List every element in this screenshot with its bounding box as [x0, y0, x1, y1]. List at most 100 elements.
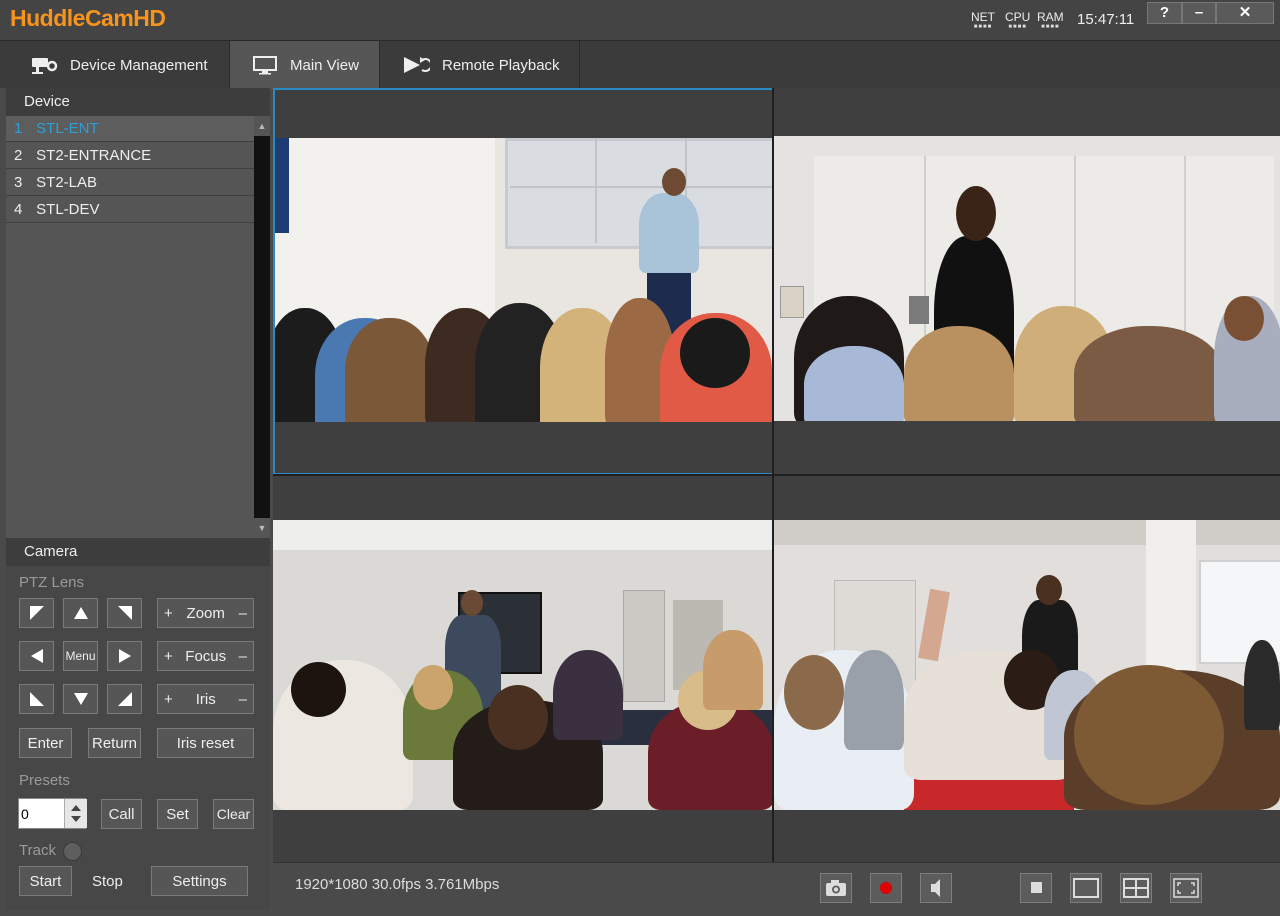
- device-item-stl-dev[interactable]: 4 STL-DEV: [6, 197, 254, 223]
- arrow-left-icon: [30, 649, 43, 663]
- preset-call-button[interactable]: Call: [101, 799, 142, 829]
- tab-main-view[interactable]: Main View: [230, 41, 380, 89]
- presets-label: Presets: [19, 772, 70, 789]
- scroll-down-icon[interactable]: ▼: [254, 518, 270, 538]
- minimize-button[interactable]: –: [1182, 2, 1216, 24]
- camera-panel: PTZ Lens + Zoom – Menu + Focus – + Iris …: [6, 566, 270, 910]
- device-item-st2-lab[interactable]: 3 ST2-LAB: [6, 170, 254, 196]
- preset-set-button[interactable]: Set: [157, 799, 198, 829]
- video-cell-3[interactable]: [273, 475, 774, 862]
- iris-close-button[interactable]: –: [239, 691, 247, 708]
- snapshot-button[interactable]: [820, 873, 852, 903]
- video-feed-3: [273, 520, 774, 810]
- ptz-down-button[interactable]: [63, 684, 98, 714]
- tab-remote-playback[interactable]: Remote Playback: [380, 41, 580, 89]
- video-cell-1[interactable]: [273, 88, 774, 475]
- monitor-icon: [253, 56, 277, 75]
- title-bar: HuddleCamHD NET ■■■■ CPU ■■■■ RAM ■■■■ 1…: [0, 0, 1280, 40]
- video-feed-4: [774, 520, 1280, 810]
- zoom-in-button[interactable]: +: [164, 605, 173, 622]
- spin-arrows-icon: [71, 805, 81, 822]
- tab-bar: Device Management Main View Remote Playb…: [0, 40, 1280, 89]
- tab-device-management[interactable]: Device Management: [8, 41, 230, 89]
- video-cell-2[interactable]: [774, 88, 1280, 475]
- focus-label: Focus: [185, 647, 227, 665]
- focus-in-button[interactable]: +: [164, 648, 173, 665]
- ptz-left-button[interactable]: [19, 641, 54, 671]
- device-item-number: 2: [14, 147, 23, 164]
- status-bar: 1920*1080 30.0fps 3.761Mbps: [273, 862, 1280, 916]
- record-button[interactable]: [870, 873, 902, 903]
- help-button[interactable]: ?: [1147, 2, 1182, 24]
- device-item-name: ST2-ENTRANCE: [36, 147, 152, 164]
- arrow-up-left-icon: [29, 606, 44, 620]
- ptz-up-left-button[interactable]: [19, 598, 54, 628]
- focus-control: + Focus –: [157, 641, 254, 671]
- arrow-down-icon: [73, 693, 88, 705]
- zoom-label: Zoom: [186, 604, 225, 622]
- ptz-right-button[interactable]: [107, 641, 142, 671]
- camera-icon: [826, 880, 846, 896]
- track-stop-button[interactable]: Stop: [92, 873, 123, 890]
- video-feed-2: [774, 136, 1280, 421]
- tab-main-view-label: Main View: [290, 56, 359, 74]
- return-button[interactable]: Return: [88, 728, 141, 758]
- video-cell-4[interactable]: [774, 475, 1280, 862]
- focus-out-button[interactable]: –: [239, 648, 247, 665]
- close-button[interactable]: ✕: [1216, 2, 1274, 24]
- fullscreen-button[interactable]: [1170, 873, 1202, 903]
- device-list-scrollbar[interactable]: ▲ ▼: [254, 116, 270, 538]
- ptz-down-left-button[interactable]: [19, 684, 54, 714]
- device-list: 1 STL-ENT 2 ST2-ENTRANCE 3 ST2-LAB 4 STL…: [6, 116, 254, 538]
- iris-control: + Iris –: [157, 684, 254, 714]
- cpu-meter: CPU ■■■■: [1005, 10, 1030, 30]
- ptz-up-right-button[interactable]: [107, 598, 142, 628]
- zoom-out-button[interactable]: –: [239, 605, 247, 622]
- record-icon: [880, 882, 892, 894]
- ram-meter: RAM ■■■■: [1037, 10, 1064, 30]
- net-meter-dots: ■■■■: [973, 24, 993, 30]
- grid-divider-horizontal: [273, 474, 1280, 476]
- layout-quad-button[interactable]: [1120, 873, 1152, 903]
- track-label: Track: [19, 842, 56, 859]
- device-item-number: 4: [14, 201, 23, 218]
- arrow-up-icon: [73, 607, 88, 619]
- ptz-lens-label: PTZ Lens: [19, 574, 85, 591]
- device-item-number: 1: [14, 120, 23, 137]
- tab-device-management-label: Device Management: [70, 56, 208, 74]
- ptz-up-button[interactable]: [63, 598, 98, 628]
- device-item-name: STL-DEV: [36, 201, 100, 218]
- cpu-meter-label: CPU: [1005, 10, 1031, 24]
- app-logo: HuddleCamHD: [10, 5, 166, 31]
- layout-one-button[interactable]: [1070, 873, 1102, 903]
- ptz-menu-button[interactable]: Menu: [63, 641, 98, 671]
- preset-clear-button[interactable]: Clear: [213, 799, 254, 829]
- audio-button[interactable]: [920, 873, 952, 903]
- net-meter: NET ■■■■: [971, 10, 995, 30]
- device-item-st2-entrance[interactable]: 2 ST2-ENTRANCE: [6, 143, 254, 169]
- track-start-button[interactable]: Start: [19, 866, 72, 896]
- layout-single-button[interactable]: [1020, 873, 1052, 903]
- zoom-control: + Zoom –: [157, 598, 254, 628]
- camera-panel-header: Camera: [6, 538, 270, 566]
- single-view-icon: [1073, 878, 1099, 898]
- settings-button[interactable]: Settings: [151, 866, 248, 896]
- preset-number-input[interactable]: [19, 799, 63, 828]
- track-indicator[interactable]: [63, 842, 82, 861]
- playback-icon: [404, 57, 430, 73]
- clock: 15:47:11: [1077, 11, 1135, 28]
- video-grid: [273, 88, 1280, 862]
- preset-stepper: [18, 798, 87, 829]
- iris-reset-button[interactable]: Iris reset: [157, 728, 254, 758]
- iris-open-button[interactable]: +: [164, 691, 173, 708]
- video-feed-1: [275, 138, 772, 422]
- preset-spin[interactable]: [64, 799, 87, 828]
- device-item-name: ST2-LAB: [36, 174, 98, 191]
- device-item-number: 3: [14, 174, 23, 191]
- stop-square-icon: [1031, 882, 1042, 893]
- device-item-stl-ent[interactable]: 1 STL-ENT: [6, 116, 254, 142]
- enter-button[interactable]: Enter: [19, 728, 72, 758]
- arrow-up-right-icon: [117, 606, 132, 620]
- ptz-down-right-button[interactable]: [107, 684, 142, 714]
- scroll-up-icon[interactable]: ▲: [254, 116, 270, 136]
